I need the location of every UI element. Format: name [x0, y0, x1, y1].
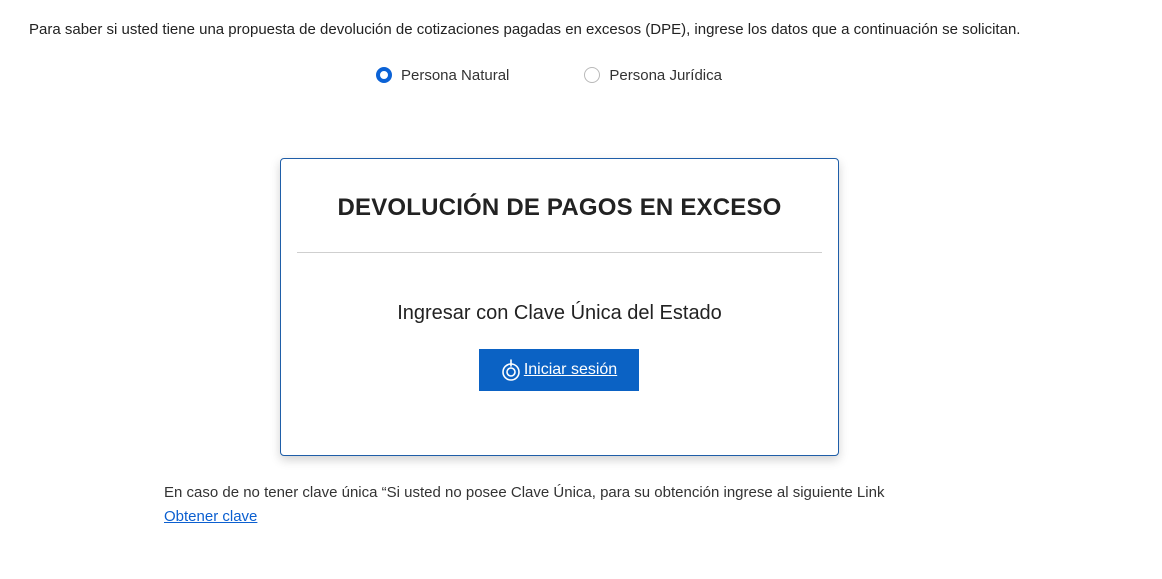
radio-persona-juridica[interactable]: Persona Jurídica: [584, 67, 722, 84]
radio-unchecked-icon[interactable]: [584, 67, 601, 83]
radio-persona-natural[interactable]: Persona Natural: [376, 67, 509, 84]
login-button-label: Iniciar sesión: [523, 361, 618, 378]
obtener-clave-link[interactable]: Obtener clave: [164, 507, 257, 527]
card-divider: [297, 252, 822, 253]
radio-label: Persona Jurídica: [609, 66, 722, 84]
login-button[interactable]: Iniciar sesión: [479, 349, 639, 391]
radio-label: Persona Natural: [401, 66, 510, 84]
card-title: DEVOLUCIÓN DE PAGOS EN EXCESO: [337, 194, 782, 221]
radio-checked-icon[interactable]: [376, 67, 392, 83]
page: Para saber si usted tiene una propuesta …: [0, 0, 1162, 579]
clave-unica-icon: [501, 359, 521, 381]
intro-text: Para saber si usted tiene una propuesta …: [29, 21, 1021, 38]
login-card: DEVOLUCIÓN DE PAGOS EN EXCESO Ingresar c…: [280, 158, 839, 456]
card-subtitle: Ingresar con Clave Única del Estado: [397, 302, 722, 324]
person-type-radio-group: Persona Natural Persona Jurídica: [376, 64, 722, 86]
footer-text: En caso de no tener clave única “Si uste…: [164, 484, 885, 501]
